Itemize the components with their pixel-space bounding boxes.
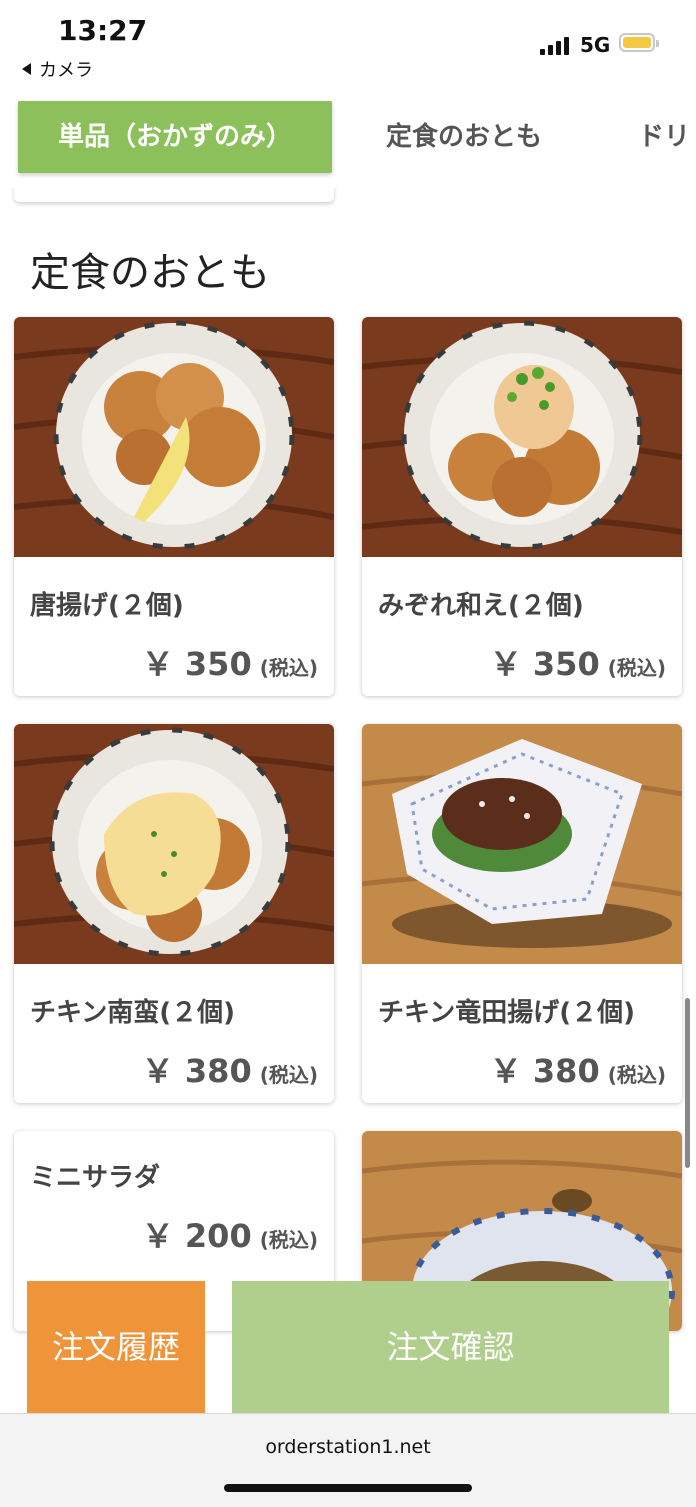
item-name: ミニサラダ (30, 1163, 161, 1193)
price-amount: ￥ 350 (489, 645, 600, 683)
karaage-photo (14, 317, 334, 557)
item-price: ￥ 380 (税込) (142, 1046, 318, 1092)
item-price: ￥ 350 (税込) (490, 639, 666, 685)
item-price: ￥ 350 (税込) (142, 639, 318, 685)
back-label: カメラ (39, 60, 93, 81)
tax-label: (税込) (607, 1063, 666, 1087)
tab-drinks[interactable]: ドリ (638, 101, 690, 173)
network-label: 5G (580, 33, 611, 57)
order-confirm-button[interactable]: 注文確認 (232, 1281, 669, 1413)
battery-icon (619, 33, 659, 52)
tax-label: (税込) (259, 1228, 318, 1252)
menu-item-chicken-nanban[interactable]: チキン南蛮(２個) ￥ 380 (税込) (14, 724, 334, 1103)
back-arrow-icon (22, 63, 31, 75)
tax-label: (税込) (259, 1063, 318, 1087)
url-text[interactable]: orderstation1.net (0, 1436, 696, 1458)
status-bar: 13:27 カメラ 5G (0, 0, 696, 92)
chicken-tatsuta-photo (362, 724, 682, 964)
tax-label: (税込) (259, 656, 318, 680)
price-amount: ￥ 380 (489, 1052, 600, 1090)
item-price: ￥ 380 (税込) (490, 1046, 666, 1092)
section-title: 定食のおとも (30, 250, 270, 296)
price-amount: ￥ 350 (141, 645, 252, 683)
chicken-nanban-photo (14, 724, 334, 964)
mizore-photo (362, 317, 682, 557)
price-amount: ￥ 200 (141, 1217, 252, 1255)
clock: 13:27 (58, 14, 148, 47)
home-indicator[interactable] (224, 1484, 472, 1492)
scrollbar[interactable] (685, 998, 690, 1168)
menu-item-mizore[interactable]: みぞれ和え(２個) ￥ 350 (税込) (362, 317, 682, 696)
menu-item-karaage[interactable]: 唐揚げ(２個) ￥ 350 (税込) (14, 317, 334, 696)
item-name: みぞれ和え(２個) (378, 591, 584, 621)
item-name: チキン竜田揚げ(２個) (378, 998, 635, 1028)
tax-label: (税込) (607, 656, 666, 680)
item-name: 唐揚げ(２個) (30, 591, 184, 621)
order-history-button[interactable]: 注文履歴 (27, 1281, 205, 1413)
menu-item-chicken-tatsuta[interactable]: チキン竜田揚げ(２個) ￥ 380 (税込) (362, 724, 682, 1103)
signal-icon (540, 35, 572, 55)
item-price: ￥ 200 (税込) (142, 1211, 318, 1257)
price-amount: ￥ 380 (141, 1052, 252, 1090)
item-name: チキン南蛮(２個) (30, 998, 235, 1028)
tab-single-items[interactable]: 単品（おかずのみ） (18, 101, 332, 173)
category-tabs: 単品（おかずのみ） 定食のおとも ドリ (0, 92, 696, 188)
browser-url-bar: orderstation1.net (0, 1413, 696, 1507)
tab-set-sides[interactable]: 定食のおとも (386, 101, 542, 173)
back-to-camera-link[interactable]: カメラ (22, 56, 93, 82)
